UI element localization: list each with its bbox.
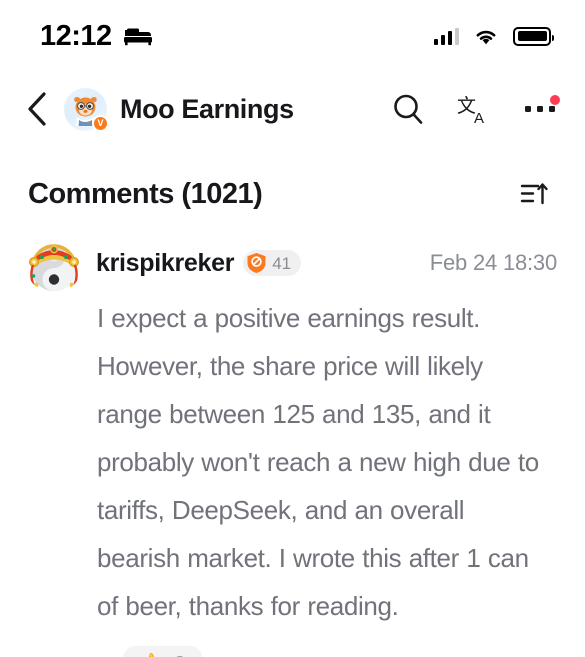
nav-actions: 文 A xyxy=(389,90,560,128)
cellular-signal-icon xyxy=(433,27,459,45)
status-bar-left: 12:12 xyxy=(40,19,153,52)
shield-badge-icon xyxy=(247,253,266,273)
comments-title: Comments (1021) xyxy=(28,177,263,210)
reaction-row: 👍 2 xyxy=(26,646,557,657)
wifi-icon xyxy=(476,30,496,44)
search-icon xyxy=(394,94,423,124)
more-horizontal-icon xyxy=(525,95,560,112)
notification-dot xyxy=(550,95,560,105)
moo-mascot-avatar: V xyxy=(64,87,109,132)
user-level-number: 41 xyxy=(272,253,292,273)
status-time: 12:12 xyxy=(40,19,112,52)
reaction-count: 2 xyxy=(173,653,186,657)
navigation-bar: V Moo Earnings 文 A xyxy=(0,72,585,146)
sort-button[interactable] xyxy=(513,174,555,214)
comment-item: krispikreker 41 Feb 24 18:30 I expect a … xyxy=(0,214,585,657)
status-bar: 12:12 xyxy=(0,0,585,72)
battery-full-icon xyxy=(513,26,554,46)
status-bar-right xyxy=(433,26,554,46)
back-button[interactable] xyxy=(14,86,60,132)
bed-icon xyxy=(123,28,152,46)
verified-badge: V xyxy=(92,114,109,132)
ornate-orb-crown-avatar[interactable] xyxy=(26,237,82,293)
comment-text: I expect a positive earnings result. How… xyxy=(97,303,539,621)
more-options-button[interactable] xyxy=(521,90,560,128)
comment-header: krispikreker 41 Feb 24 18:30 xyxy=(26,240,557,291)
translate-icon: 文 A xyxy=(457,95,484,126)
svg-text:A: A xyxy=(474,110,484,126)
channel-name: Moo Earnings xyxy=(120,93,294,124)
avatar-illustration xyxy=(28,244,79,291)
sort-ascending-icon xyxy=(520,183,548,205)
chevron-left-icon xyxy=(28,92,46,126)
comment-user-meta: krispikreker 41 Feb 24 18:30 xyxy=(96,249,557,278)
thumbs-up-emoji-icon: 👍 xyxy=(136,653,163,657)
comment-username[interactable]: krispikreker xyxy=(96,249,234,278)
reaction-thumbs-up[interactable]: 👍 2 xyxy=(123,646,203,657)
channel-header[interactable]: V Moo Earnings xyxy=(64,87,389,132)
search-button[interactable] xyxy=(389,90,427,128)
comment-timestamp: Feb 24 18:30 xyxy=(429,250,557,275)
comments-header: Comments (1021) xyxy=(0,146,585,214)
translate-button[interactable]: 文 A xyxy=(455,90,493,128)
user-level-badge[interactable]: 41 xyxy=(243,250,302,276)
